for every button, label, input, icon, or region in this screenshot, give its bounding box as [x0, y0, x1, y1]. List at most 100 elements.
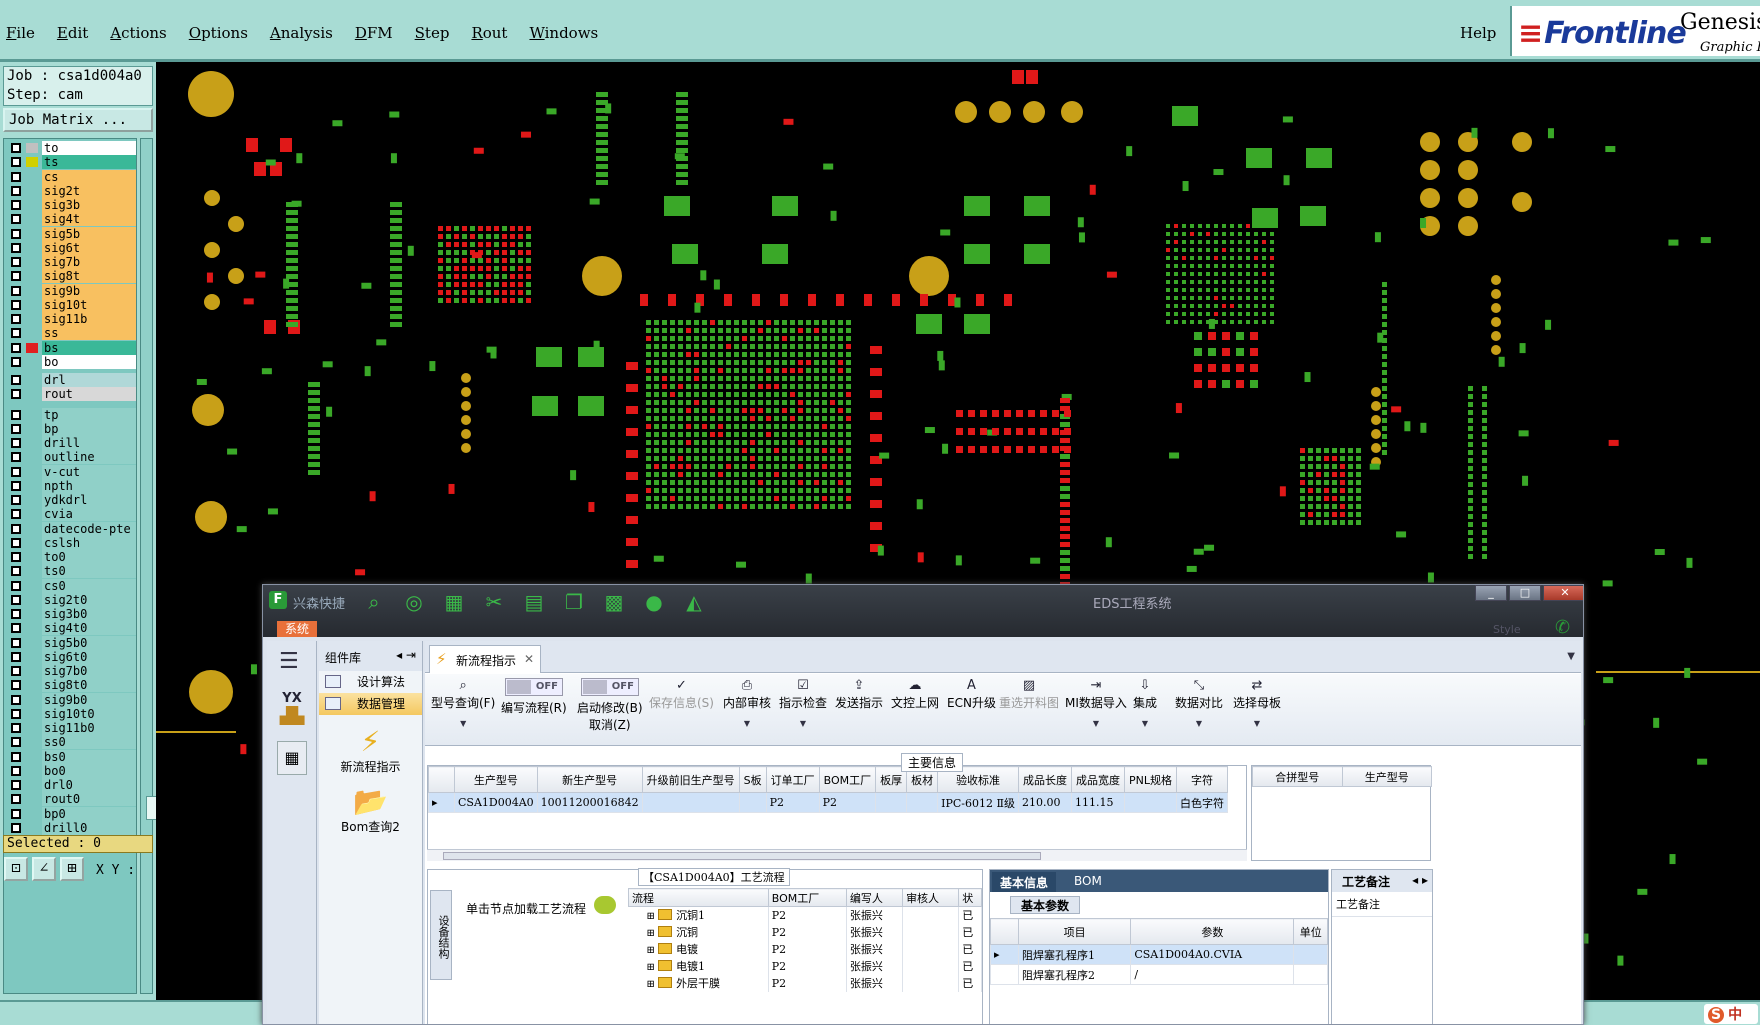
layer-name[interactable]: tp — [42, 407, 136, 422]
layer-checkbox[interactable] — [11, 808, 21, 819]
start-edit-toggle[interactable]: OFF 启动修改(B) 取消(Z) — [577, 678, 643, 733]
layer-row[interactable]: sig11b — [4, 312, 136, 326]
film-icon[interactable]: ▤ — [521, 589, 547, 615]
layer-row[interactable]: rout — [4, 387, 136, 402]
layer-row[interactable]: v-cut — [4, 464, 136, 479]
ime-indicator[interactable]: S中 — [1704, 1004, 1758, 1024]
tab-bom[interactable]: BOM — [1066, 872, 1110, 892]
layer-checkbox[interactable] — [11, 609, 21, 619]
column-header[interactable]: 字符 — [1176, 766, 1228, 793]
component-design-algo[interactable]: 设计算法 — [319, 671, 422, 693]
layer-checkbox[interactable] — [11, 751, 21, 762]
new-flow-item[interactable]: ⚡ 新流程指示 — [319, 725, 422, 775]
layer-checkbox[interactable] — [11, 157, 21, 168]
layer-name[interactable]: drill — [42, 436, 136, 450]
column-header[interactable]: 项目 — [1017, 918, 1132, 945]
column-header[interactable]: 合拼型号 — [1252, 766, 1343, 787]
layer-row[interactable]: cvia — [4, 507, 136, 522]
layer-checkbox[interactable] — [11, 389, 21, 400]
column-header[interactable]: BOM工厂 — [767, 888, 847, 907]
layer-checkbox[interactable] — [11, 200, 21, 210]
column-header[interactable]: 升级前旧生产型号 — [641, 766, 740, 793]
column-header[interactable]: BOM工厂 — [818, 766, 877, 793]
scroll-thumb[interactable] — [443, 852, 1041, 860]
layer-row[interactable]: ydkdrl — [4, 493, 136, 507]
expand-icon[interactable]: ⊞ — [647, 945, 659, 956]
layer-name[interactable]: sig2t — [42, 183, 136, 198]
layer-name[interactable]: sig4t — [42, 212, 136, 227]
phone-icon[interactable]: ✆ — [1555, 617, 1570, 638]
layer-checkbox[interactable] — [11, 680, 21, 691]
layer-row[interactable]: sig9b — [4, 283, 136, 298]
layer-row[interactable]: sig3b — [4, 198, 136, 212]
edit-flow-toggle[interactable]: OFF 编写流程(R) — [501, 678, 567, 716]
layer-name[interactable]: sig7b0 — [42, 664, 136, 678]
layer-row[interactable]: bo0 — [4, 763, 136, 778]
layer-name[interactable]: sig5b — [42, 226, 136, 241]
minimize-icon[interactable]: _ — [1475, 585, 1507, 601]
factory-icon[interactable]: YX ▟▙ — [275, 691, 309, 727]
job-matrix-button[interactable]: Job Matrix ... — [3, 108, 153, 132]
layer-checkbox[interactable] — [11, 299, 21, 310]
layer-checkbox[interactable] — [11, 356, 21, 367]
layer-checkbox[interactable] — [11, 694, 21, 705]
list-item[interactable]: ⊞ 电镀 P2 张振兴已 — [628, 940, 982, 958]
grid-icon[interactable]: ⊞ — [60, 857, 84, 881]
layer-name[interactable]: sig10t — [42, 297, 136, 312]
table-row[interactable]: ▸ CSA1D004A0 10011200016842 P2 P2 IPC-6012 Ⅱ级… — [428, 792, 1228, 813]
layer-checkbox[interactable] — [11, 214, 21, 225]
table-icon[interactable]: ▦ — [441, 589, 467, 615]
layer-name[interactable]: sig2t0 — [42, 592, 136, 607]
layer-row[interactable]: drill — [4, 436, 136, 450]
column-header[interactable]: 订单工厂 — [765, 766, 820, 793]
list-item[interactable]: ⊞ 沉铜1 P2 张振兴已 — [628, 906, 982, 924]
tab-new-flow[interactable]: ⚡ 新流程指示 ✕ — [429, 645, 541, 673]
layer-name[interactable]: sig6t0 — [42, 649, 136, 664]
layer-name[interactable]: bo — [42, 354, 136, 369]
compare-button[interactable]: ⤡ 数据对比 ▼ — [1175, 678, 1223, 728]
grid-apps-icon[interactable]: ▩ — [601, 589, 627, 615]
layer-checkbox[interactable] — [11, 509, 21, 520]
menu-step[interactable]: Step — [415, 24, 450, 42]
layer-name[interactable]: sig11b0 — [42, 721, 136, 735]
layer-name[interactable]: sig5b0 — [42, 635, 136, 650]
layer-row[interactable]: sig2t — [4, 183, 136, 198]
column-header[interactable]: 审核人 — [902, 888, 960, 907]
upload-button[interactable]: ☁ 文控上网 — [891, 678, 939, 711]
scissors-icon[interactable]: ✂ — [481, 589, 507, 615]
layer-checkbox[interactable] — [11, 566, 21, 577]
menu-icon[interactable]: ☰ — [279, 649, 299, 674]
layer-row[interactable]: sig8t0 — [4, 678, 136, 693]
system-button[interactable]: 系统 — [277, 621, 317, 637]
column-header[interactable]: 成品宽度 — [1071, 766, 1125, 793]
master-button[interactable]: ⇄ 选择母板 ▼ — [1233, 678, 1281, 728]
layer-name[interactable]: drl — [42, 373, 136, 387]
target-icon[interactable]: ◎ — [401, 589, 427, 615]
maximize-icon[interactable]: □ — [1509, 585, 1541, 601]
layer-row[interactable]: sig3b0 — [4, 607, 136, 621]
layer-name[interactable]: sig4t0 — [42, 621, 136, 636]
tab-basic-info[interactable]: 基本信息 — [992, 872, 1057, 892]
layer-checkbox[interactable] — [11, 637, 21, 648]
layer-name[interactable]: outline — [42, 450, 136, 465]
column-header[interactable]: PNL规格 — [1124, 766, 1177, 793]
layer-checkbox[interactable] — [11, 328, 21, 339]
layer-name[interactable]: sig7b — [42, 255, 136, 269]
layer-row[interactable]: to — [4, 141, 136, 155]
layer-row[interactable]: sig11b0 — [4, 721, 136, 735]
menu-edit[interactable]: Edit — [57, 24, 88, 42]
layer-checkbox[interactable] — [11, 580, 21, 591]
layer-row[interactable]: sig7b — [4, 255, 136, 269]
layer-checkbox[interactable] — [11, 285, 21, 296]
layer-checkbox[interactable] — [11, 723, 21, 733]
layer-checkbox[interactable] — [11, 242, 21, 253]
table-row[interactable]: 阻焊塞孔程序2/ — [990, 964, 1328, 985]
layer-row[interactable]: sig8t — [4, 269, 136, 284]
layer-checkbox[interactable] — [11, 423, 21, 434]
layer-name[interactable]: sig3b0 — [42, 607, 136, 621]
user-icon[interactable]: ● — [641, 589, 667, 615]
layer-row[interactable]: tp — [4, 407, 136, 422]
ecn-button[interactable]: A ECN升级 — [947, 678, 996, 711]
layer-name[interactable]: cs0 — [42, 578, 136, 593]
layer-checkbox[interactable] — [11, 466, 21, 477]
